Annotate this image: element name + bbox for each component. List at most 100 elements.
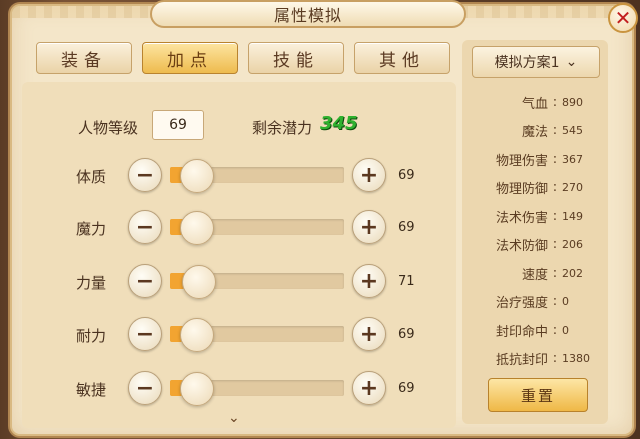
attribute-value: 367: [562, 152, 583, 166]
stat-slider-knob[interactable]: [180, 159, 214, 193]
decrease-button[interactable]: −: [128, 210, 162, 244]
level-input[interactable]: 69: [152, 110, 204, 140]
increase-button[interactable]: +: [352, 371, 386, 405]
attribute-name: 速度: [521, 267, 548, 283]
stat-slider-track[interactable]: [170, 265, 344, 299]
stat-name: 魔力: [76, 220, 107, 238]
minus-icon: −: [135, 375, 155, 401]
minus-icon: −: [135, 268, 155, 294]
attribute-separator: :: [552, 151, 558, 167]
attribute-name: 法术伤害: [495, 210, 548, 226]
stat-value: 69: [398, 220, 415, 235]
reset-button[interactable]: 重置: [488, 378, 588, 412]
stat-row-strength: 力量 − + 71: [76, 264, 436, 300]
decrease-button[interactable]: −: [128, 158, 162, 192]
tab-other[interactable]: 其他: [354, 42, 450, 74]
stat-name: 体质: [76, 168, 107, 186]
attribute-row: 速度 : 202: [470, 259, 602, 288]
title-plate: 属性模拟: [150, 0, 466, 28]
plan-dropdown[interactable]: 模拟方案1 ⌄: [472, 46, 600, 78]
attribute-row: 抵抗封印 : 1380: [470, 345, 602, 374]
plus-icon: +: [359, 375, 379, 401]
stat-slider-track[interactable]: [170, 372, 344, 406]
attribute-separator: :: [552, 322, 558, 338]
stat-row-agility: 敏捷 − + 69: [76, 371, 436, 407]
attribute-value: 545: [562, 124, 583, 138]
attribute-row: 封印命中 : 0: [470, 316, 602, 345]
stat-row-constitution: 体质 − + 69: [76, 158, 436, 194]
plus-icon: +: [359, 162, 379, 188]
stat-name: 耐力: [76, 327, 107, 345]
attribute-row: 魔法 : 545: [470, 117, 602, 146]
potential-value: 345: [320, 113, 358, 134]
attribute-value: 890: [562, 95, 583, 109]
attribute-name: 物理防御: [495, 182, 548, 198]
attribute-value: 149: [562, 209, 583, 223]
attribute-row: 法术防御 : 206: [470, 231, 602, 260]
attribute-row: 法术伤害 : 149: [470, 202, 602, 231]
panel-title: 属性模拟: [273, 6, 342, 25]
stat-name: 力量: [76, 274, 107, 292]
attribute-name: 气血: [521, 96, 548, 112]
attribute-row: 治疗强度 : 0: [470, 288, 602, 317]
attribute-separator: :: [552, 123, 558, 139]
attribute-value: 206: [562, 238, 583, 252]
plus-icon: +: [359, 321, 379, 347]
increase-button[interactable]: +: [352, 264, 386, 298]
attribute-list: 气血 : 890 魔法 : 545 物理伤害 : 367 物理防御 : 270 …: [470, 88, 602, 373]
close-icon: ✕: [614, 6, 632, 30]
minus-icon: −: [135, 162, 155, 188]
stat-slider-knob[interactable]: [182, 265, 216, 299]
attribute-row: 气血 : 890: [470, 88, 602, 117]
chevron-down-icon[interactable]: ⌄: [228, 410, 240, 426]
level-label: 人物等级: [78, 119, 139, 137]
tab-skills[interactable]: 技能: [248, 42, 344, 74]
stat-value: 71: [398, 274, 415, 289]
stat-slider-track[interactable]: [170, 318, 344, 352]
stat-value: 69: [398, 327, 415, 342]
stat-row-magic: 魔力 − + 69: [76, 210, 436, 246]
tab-bar: 装备 加点 技能 其他: [36, 42, 450, 74]
decrease-button[interactable]: −: [128, 371, 162, 405]
decrease-button[interactable]: −: [128, 317, 162, 351]
tab-add-points[interactable]: 加点: [142, 42, 238, 74]
attribute-name: 魔法: [521, 125, 548, 141]
chevron-down-icon: ⌄: [565, 54, 578, 70]
stat-slider-knob[interactable]: [180, 211, 214, 245]
increase-button[interactable]: +: [352, 158, 386, 192]
plan-label: 模拟方案1: [494, 55, 560, 71]
attribute-value: 202: [562, 266, 583, 280]
attribute-separator: :: [552, 208, 558, 224]
stat-slider-track[interactable]: [170, 211, 344, 245]
stat-slider-knob[interactable]: [180, 318, 214, 352]
decrease-button[interactable]: −: [128, 264, 162, 298]
attribute-value: 270: [562, 181, 583, 195]
attribute-value: 0: [562, 323, 569, 337]
attribute-value: 0: [562, 295, 569, 309]
attribute-separator: :: [552, 351, 558, 367]
attribute-name: 法术防御: [495, 239, 548, 255]
plus-icon: +: [359, 214, 379, 240]
stat-name: 敏捷: [76, 381, 107, 399]
attribute-row: 物理防御 : 270: [470, 174, 602, 203]
close-button[interactable]: ✕: [608, 3, 638, 33]
plus-icon: +: [359, 268, 379, 294]
attribute-row: 物理伤害 : 367: [470, 145, 602, 174]
attribute-value: 1380: [562, 352, 590, 366]
attribute-separator: :: [552, 94, 558, 110]
attribute-separator: :: [552, 265, 558, 281]
minus-icon: −: [135, 214, 155, 240]
attribute-separator: :: [552, 237, 558, 253]
attribute-name: 治疗强度: [495, 296, 548, 312]
increase-button[interactable]: +: [352, 210, 386, 244]
potential-label: 剩余潜力: [252, 119, 313, 137]
stat-slider-knob[interactable]: [180, 372, 214, 406]
attribute-name: 抵抗封印: [495, 353, 548, 369]
increase-button[interactable]: +: [352, 317, 386, 351]
stat-value: 69: [398, 381, 415, 396]
attribute-name: 封印命中: [495, 324, 548, 340]
attribute-separator: :: [552, 294, 558, 310]
minus-icon: −: [135, 321, 155, 347]
stat-slider-track[interactable]: [170, 159, 344, 193]
tab-equipment[interactable]: 装备: [36, 42, 132, 74]
